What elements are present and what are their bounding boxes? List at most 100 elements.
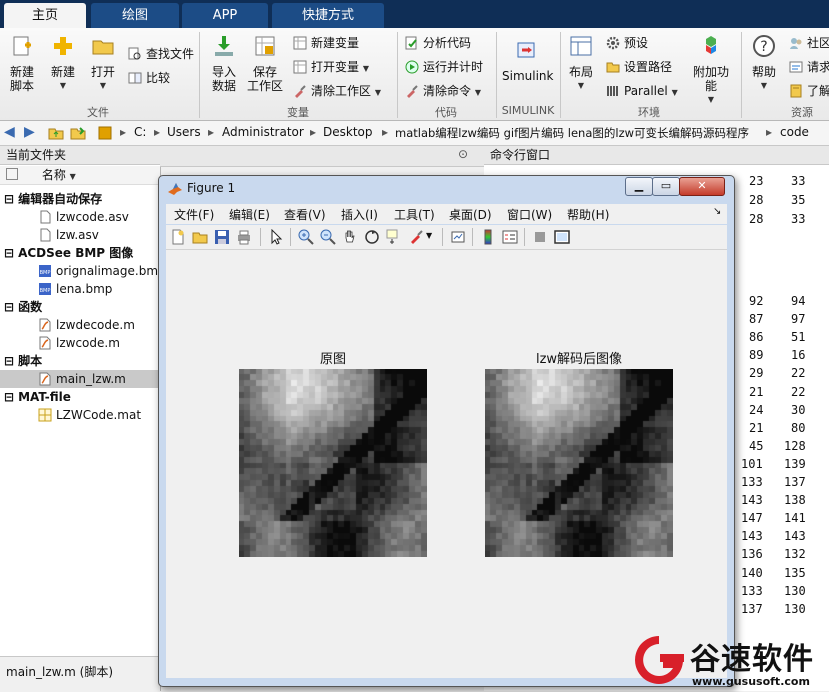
breadcrumb-item[interactable]: Users (167, 125, 201, 139)
rotate-3d-icon[interactable] (364, 229, 380, 245)
print-icon[interactable] (236, 229, 252, 245)
command-output-value: 133 (741, 583, 763, 598)
collapse-icon[interactable]: ⊟ (4, 300, 14, 314)
brush-dropdown-icon[interactable]: ▼ (426, 231, 432, 240)
divider (472, 228, 473, 246)
menu-view[interactable]: 查看(V) (284, 206, 326, 223)
figure-titlebar[interactable]: Figure 1 ▁ ▭ ✕ (159, 176, 734, 202)
collapse-icon[interactable]: ⊟ (4, 354, 14, 368)
open-label: 打开 (90, 65, 115, 79)
pointer-icon[interactable] (268, 229, 284, 245)
zoom-in-icon[interactable] (298, 229, 314, 245)
save-workspace-label-2: 工作区 (246, 79, 283, 93)
legend-icon[interactable] (502, 229, 518, 245)
column-header[interactable]: 名称 ▼ (0, 166, 160, 185)
community-icon (790, 38, 802, 49)
open-button[interactable]: 打开 ▼ (88, 34, 118, 93)
file-group[interactable]: ⊟ 函数 (0, 298, 160, 316)
collapse-icon[interactable]: ⊟ (4, 192, 14, 206)
open-variable-button[interactable]: 打开变量 ▼ (293, 58, 369, 76)
maximize-button[interactable]: ▭ (652, 177, 680, 196)
breadcrumb-item[interactable]: Administrator (222, 125, 304, 139)
file-group-label: 编辑器自动保存 (18, 192, 103, 206)
data-cursor-icon[interactable] (386, 229, 402, 245)
menu-insert[interactable]: 插入(I) (341, 206, 378, 223)
simulink-label: Simulink (502, 69, 554, 83)
back-arrow-icon[interactable]: ◀ (4, 124, 15, 140)
addons-button[interactable]: 附加功能 ▼ (688, 34, 734, 107)
breadcrumb-separator: ▸ (120, 125, 127, 139)
clear-workspace-label: 清除工作区 (311, 84, 372, 98)
compare-label: 比较 (146, 71, 171, 85)
help-button[interactable]: ? 帮助 ▼ (749, 34, 779, 93)
ribbon-toolbar: 新建 脚本 新建 ▼ 打开 ▼ 查找文件 比较 文件 导入 数据 保存 工作区 … (0, 28, 829, 121)
breadcrumb-item[interactable]: matlab编程lzw编码 gif图片编码 lena图的lzw可变长编解码源码程… (395, 125, 749, 141)
menu-edit[interactable]: 编辑(E) (229, 206, 270, 223)
dock-arrow-icon[interactable]: ↘ (713, 206, 721, 217)
figure-window[interactable]: Figure 1 ▁ ▭ ✕ 文件(F) 编辑(E) 查看(V) 插入(I) 工… (158, 175, 735, 687)
help-label: 帮助 (751, 65, 776, 79)
collapse-icon[interactable]: ⊟ (4, 390, 14, 404)
new-figure-icon[interactable] (170, 229, 186, 245)
up-folder-icon[interactable] (48, 125, 64, 141)
file-group[interactable]: ⊟ 脚本 (0, 352, 160, 370)
breadcrumb-item[interactable]: C: (134, 125, 146, 139)
command-output-value: 80 (791, 420, 806, 435)
figure-canvas[interactable]: 原图 lzw解码后图像 (166, 250, 727, 678)
import-data-button[interactable]: 导入 数据 (208, 34, 240, 93)
svg-text:BMP: BMP (40, 270, 51, 276)
hide-tools-icon[interactable] (532, 229, 548, 245)
menu-help[interactable]: 帮助(H) (567, 206, 609, 223)
find-files-button[interactable]: 查找文件 (128, 45, 194, 63)
layout-button[interactable]: 布局 ▼ (566, 34, 596, 93)
panel-options-icon[interactable]: ⊙ (458, 147, 468, 161)
close-button[interactable]: ✕ (679, 177, 725, 196)
breadcrumb-item[interactable]: code (780, 125, 809, 139)
svg-text:?: ? (760, 39, 767, 55)
tab-apps[interactable]: APP (182, 3, 268, 28)
community-button[interactable]: 社区 (789, 34, 829, 52)
menu-window[interactable]: 窗口(W) (507, 206, 552, 223)
import-data-label-2: 数据 (211, 79, 236, 93)
link-plot-icon[interactable] (450, 229, 466, 245)
command-output-value: 33 (791, 212, 806, 226)
forward-arrow-icon[interactable]: ▶ (24, 124, 35, 140)
zoom-out-icon[interactable] (320, 229, 336, 245)
parallel-button[interactable]: Parallel ▼ (606, 82, 678, 100)
menu-desktop[interactable]: 桌面(D) (449, 206, 492, 223)
learn-button[interactable]: 了解 (789, 82, 829, 100)
brush-data-icon[interactable] (408, 229, 424, 245)
tab-plots[interactable]: 绘图 (91, 3, 179, 28)
analyze-code-button[interactable]: 分析代码 (405, 34, 471, 52)
save-icon[interactable] (214, 229, 230, 245)
run-and-time-button[interactable]: 运行并计时 (405, 58, 483, 76)
simulink-button[interactable]: Simulink (502, 38, 554, 83)
minimize-button[interactable]: ▁ (625, 177, 653, 196)
file-group[interactable]: ⊟ ACDSee BMP 图像 (0, 244, 160, 262)
clear-commands-button[interactable]: 清除命令 ▼ (405, 82, 481, 100)
breadcrumb-item[interactable]: Desktop (323, 125, 373, 139)
clear-workspace-button[interactable]: 清除工作区 ▼ (293, 82, 381, 100)
menu-file[interactable]: 文件(F) (174, 206, 214, 223)
new-variable-button[interactable]: 新建变量 (293, 34, 359, 52)
save-workspace-button[interactable]: 保存 工作区 (246, 34, 284, 93)
compare-button[interactable]: 比较 (128, 69, 170, 87)
new-button[interactable]: 新建 ▼ (48, 34, 78, 93)
menu-tools[interactable]: 工具(T) (394, 206, 435, 223)
tab-home[interactable]: 主页 (4, 3, 86, 28)
show-tools-icon[interactable] (554, 229, 570, 245)
set-path-button[interactable]: 设置路径 (606, 58, 672, 76)
gususoft-logo-icon (635, 636, 684, 684)
request-support-button[interactable]: 请求 (789, 58, 829, 76)
tab-shortcuts[interactable]: 快捷方式 (272, 3, 384, 28)
preferences-button[interactable]: 预设 (606, 34, 648, 52)
colorbar-icon[interactable] (480, 229, 496, 245)
file-group[interactable]: ⊟ MAT-file (0, 388, 160, 406)
file-group[interactable]: ⊟ 编辑器自动保存 (0, 190, 160, 208)
open-file-icon[interactable] (192, 229, 208, 245)
new-script-button[interactable]: 新建 脚本 (6, 34, 38, 93)
pan-hand-icon[interactable] (342, 229, 358, 245)
column-checkbox[interactable] (6, 168, 18, 180)
browse-folder-icon[interactable] (70, 125, 86, 141)
collapse-icon[interactable]: ⊟ (4, 246, 14, 260)
